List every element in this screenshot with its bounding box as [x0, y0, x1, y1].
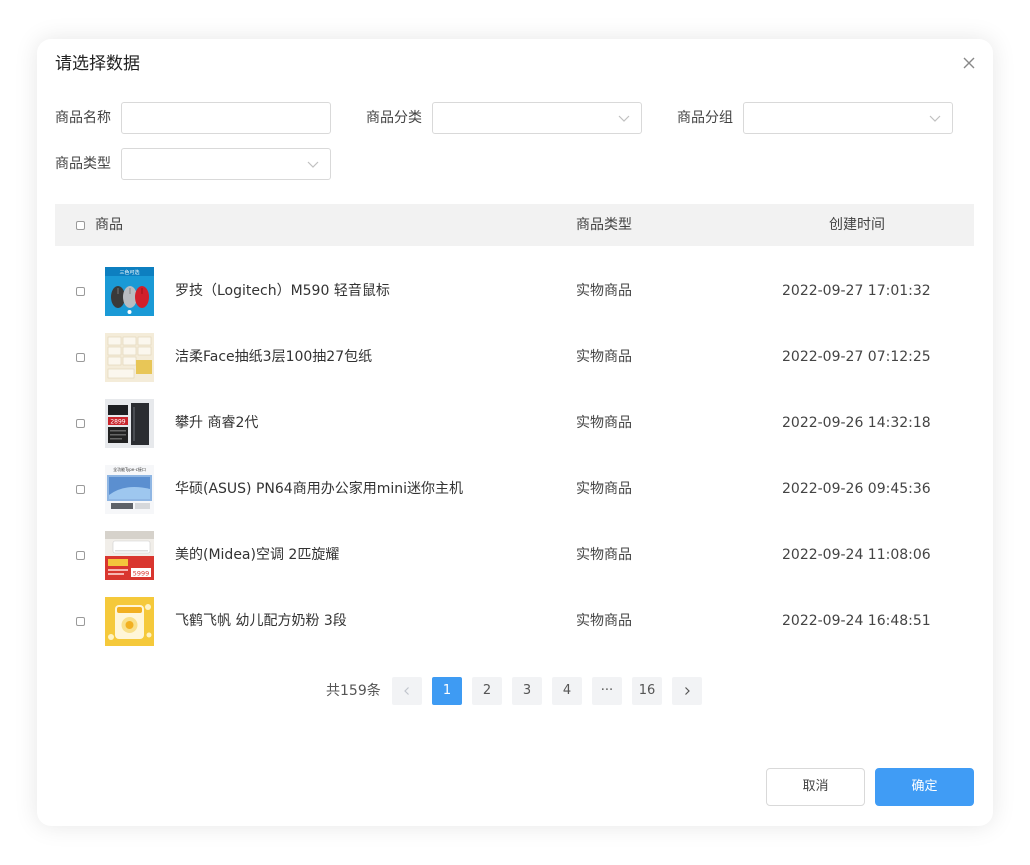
product-name-input-box: [121, 102, 331, 134]
filter-label: 商品名称: [55, 110, 111, 126]
chevron-left-icon: [404, 687, 409, 695]
created-time: 2022-09-27 17:01:32: [782, 283, 931, 299]
product-type-select[interactable]: [121, 148, 331, 180]
row-checkbox[interactable]: [76, 353, 85, 362]
product-name: 飞鹤飞帆 幼儿配方奶粉 3段: [175, 613, 347, 629]
row-checkbox[interactable]: [76, 617, 85, 626]
row-checkbox[interactable]: [76, 287, 85, 296]
filter-product-group: 商品分组: [677, 102, 953, 134]
product-category-select[interactable]: [432, 102, 642, 134]
next-page-button[interactable]: [672, 677, 702, 705]
filter-label: 商品类型: [55, 156, 111, 172]
chevron-right-icon: [685, 687, 690, 695]
confirm-button[interactable]: 确定: [875, 768, 974, 806]
product-name: 洁柔Face抽纸3层100抽27包纸: [175, 349, 373, 365]
table-row[interactable]: 5999 美的(Midea)空调 2匹旋耀 实物商品 2022-09-24 11…: [55, 522, 974, 588]
product-type: 实物商品: [576, 481, 632, 497]
table-row[interactable]: 2899 攀升 商睿2代 实物商品 2022-09-26 14:32:18: [55, 390, 974, 456]
select-all-checkbox[interactable]: [76, 221, 85, 230]
column-header-type[interactable]: 商品类型: [576, 204, 632, 246]
air-conditioner-product-image: 5999: [105, 531, 154, 580]
product-name: 攀升 商睿2代: [175, 415, 259, 431]
prev-page-button[interactable]: [392, 677, 422, 705]
row-checkbox[interactable]: [76, 419, 85, 428]
close-icon[interactable]: [961, 55, 977, 71]
table-row[interactable]: 三色可选 罗技（Logitech）M590 轻音鼠标 实物商品 2022-09-…: [55, 258, 974, 324]
chevron-down-icon: [618, 112, 630, 124]
product-group-select[interactable]: [743, 102, 953, 134]
row-checkbox[interactable]: [76, 551, 85, 560]
svg-text:全功能Type-c接口: 全功能Type-c接口: [113, 466, 146, 472]
created-time: 2022-09-26 09:45:36: [782, 481, 931, 497]
svg-text:2899: 2899: [110, 419, 125, 426]
mouse-product-image: 三色可选: [105, 267, 154, 316]
page-button[interactable]: 2: [472, 677, 502, 705]
svg-text:5999: 5999: [133, 570, 150, 578]
created-time: 2022-09-27 07:12:25: [782, 349, 931, 365]
filter-product-name: 商品名称: [55, 102, 331, 134]
product-name: 罗技（Logitech）M590 轻音鼠标: [175, 283, 390, 299]
filter-product-category: 商品分类: [366, 102, 642, 134]
column-header-created[interactable]: 创建时间: [829, 204, 885, 246]
product-type: 实物商品: [576, 613, 632, 629]
product-type: 实物商品: [576, 415, 632, 431]
product-type: 实物商品: [576, 547, 632, 563]
page-button[interactable]: 1: [432, 677, 462, 705]
desktop-pc-product-image: 2899: [105, 399, 154, 448]
column-header-product: 商品: [95, 217, 123, 233]
product-name-input[interactable]: [122, 103, 330, 133]
milk-powder-product-image: [105, 597, 154, 646]
filter-label: 商品分组: [677, 110, 733, 126]
page-button[interactable]: 4: [552, 677, 582, 705]
select-data-dialog: 请选择数据 商品名称 商品分类 商品分组 商品类型 商品 商品类型 创建时间 三…: [37, 39, 993, 826]
product-type: 实物商品: [576, 283, 632, 299]
product-name: 华硕(ASUS) PN64商用办公家用mini迷你主机: [175, 481, 463, 497]
created-time: 2022-09-26 14:32:18: [782, 415, 931, 431]
chevron-down-icon: [929, 112, 941, 124]
mini-pc-product-image: 全功能Type-c接口: [105, 465, 154, 514]
dialog-title: 请选择数据: [55, 54, 140, 74]
page-button[interactable]: 3: [512, 677, 542, 705]
table-row[interactable]: 全功能Type-c接口 华硕(ASUS) PN64商用办公家用mini迷你主机 …: [55, 456, 974, 522]
filter-label: 商品分类: [366, 110, 422, 126]
created-time: 2022-09-24 11:08:06: [782, 547, 931, 563]
created-time: 2022-09-24 16:48:51: [782, 613, 931, 629]
cancel-button[interactable]: 取消: [766, 768, 865, 806]
table-header: 商品 商品类型 创建时间: [55, 204, 974, 246]
product-type: 实物商品: [576, 349, 632, 365]
tissue-product-image: [105, 333, 154, 382]
filter-product-type: 商品类型: [55, 148, 331, 180]
chevron-down-icon: [307, 158, 319, 170]
table-row[interactable]: 飞鹤飞帆 幼儿配方奶粉 3段 实物商品 2022-09-24 16:48:51: [55, 588, 974, 654]
more-pages-button[interactable]: ···: [592, 677, 622, 705]
total-count: 共159条: [326, 683, 381, 699]
product-name: 美的(Midea)空调 2匹旋耀: [175, 547, 340, 563]
row-checkbox[interactable]: [76, 485, 85, 494]
page-button[interactable]: 16: [632, 677, 662, 705]
svg-text:三色可选: 三色可选: [119, 269, 139, 276]
table-row[interactable]: 洁柔Face抽纸3层100抽27包纸 实物商品 2022-09-27 07:12…: [55, 324, 974, 390]
